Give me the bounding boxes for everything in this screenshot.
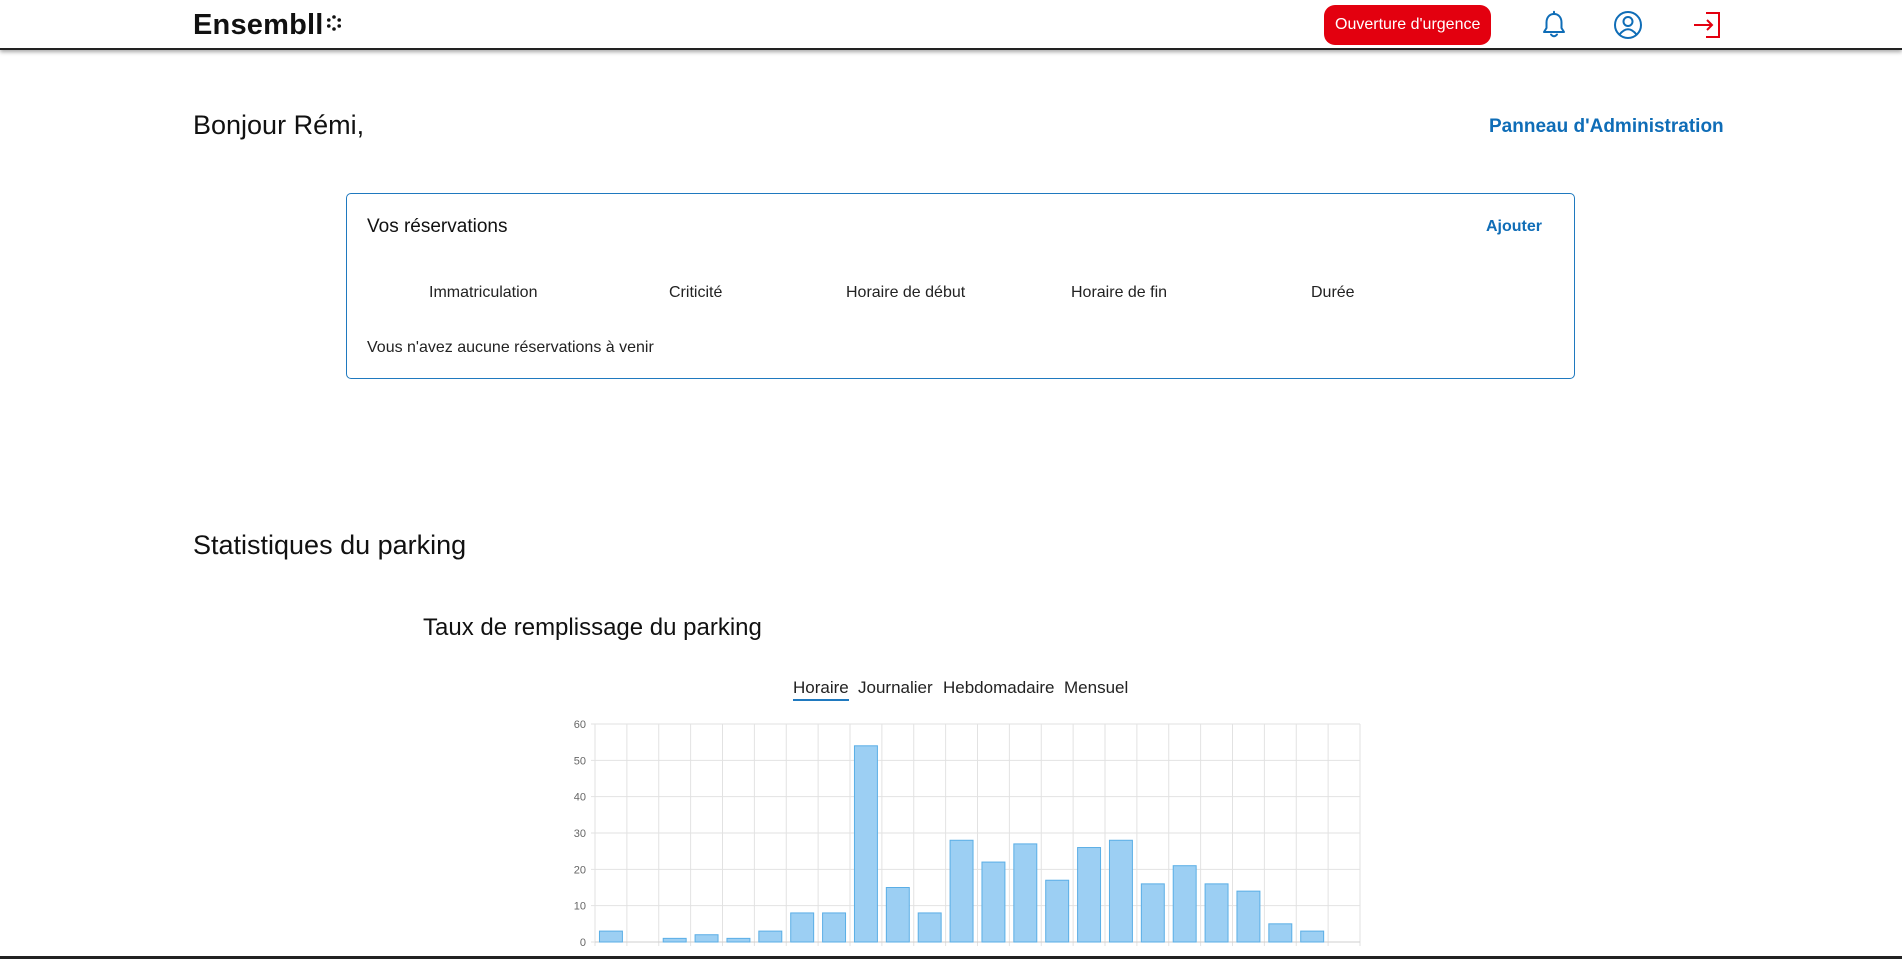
reservations-card: Vos réservations Ajouter Immatriculation… [346,193,1575,379]
reservations-empty-message: Vous n'avez aucune réservations à venir [367,339,654,356]
tab-horaire[interactable]: Horaire [793,678,849,701]
bar [1013,843,1038,943]
column-header-start-time: Horaire de début [846,284,966,301]
bar [949,839,974,943]
y-tick-label: 50 [574,755,586,767]
y-tick-label: 0 [580,937,586,949]
bar [1236,890,1261,943]
bar [1140,883,1165,943]
bar [598,930,623,943]
bar [1045,879,1070,943]
y-tick-label: 10 [574,901,586,913]
bar [790,912,815,943]
bar [1172,865,1197,943]
admin-panel-link[interactable]: Panneau d'Administration [1489,116,1724,138]
bar [822,912,847,943]
user-circle-icon[interactable] [1613,10,1643,40]
top-header: Ensembll Ouverture d'urgence [0,0,1902,50]
bar [853,745,878,943]
tab-journalier[interactable]: Journalier [858,678,933,698]
column-header-duration: Durée [1311,284,1355,301]
y-tick-label: 20 [574,864,586,876]
logout-icon[interactable] [1692,10,1722,40]
greeting-heading: Bonjour Rémi, [193,110,365,140]
logo-dots-icon [327,15,341,31]
bell-icon[interactable] [1539,10,1569,40]
y-tick-label: 60 [574,719,586,731]
column-header-end-time: Horaire de fin [1071,284,1168,301]
column-header-criticite: Criticité [669,284,723,301]
reservations-title: Vos réservations [367,216,508,237]
bar [694,934,719,943]
tab-hebdomadaire[interactable]: Hebdomadaire [943,678,1055,698]
chart-title: Taux de remplissage du parking [423,614,762,641]
bar [885,887,910,943]
bar [1300,930,1325,943]
column-header-immatriculation: Immatriculation [429,284,538,301]
bar [1108,839,1133,943]
bar [1204,883,1229,943]
bar [1268,923,1293,943]
bar [758,930,783,943]
bar [662,937,687,943]
tab-mensuel[interactable]: Mensuel [1064,678,1128,698]
stats-heading: Statistiques du parking [193,530,467,560]
y-tick-label: 40 [574,792,586,804]
y-tick-label: 30 [574,828,586,840]
bar [981,861,1006,943]
logo[interactable]: Ensembll [193,9,324,42]
add-reservation-link[interactable]: Ajouter [1486,218,1542,236]
fill-rate-bar-chart: 0 10 20 30 40 50 60 [574,719,1361,949]
bar [1077,847,1102,943]
emergency-open-button[interactable]: Ouverture d'urgence [1324,5,1492,45]
bar [917,912,942,943]
bar [726,937,751,943]
